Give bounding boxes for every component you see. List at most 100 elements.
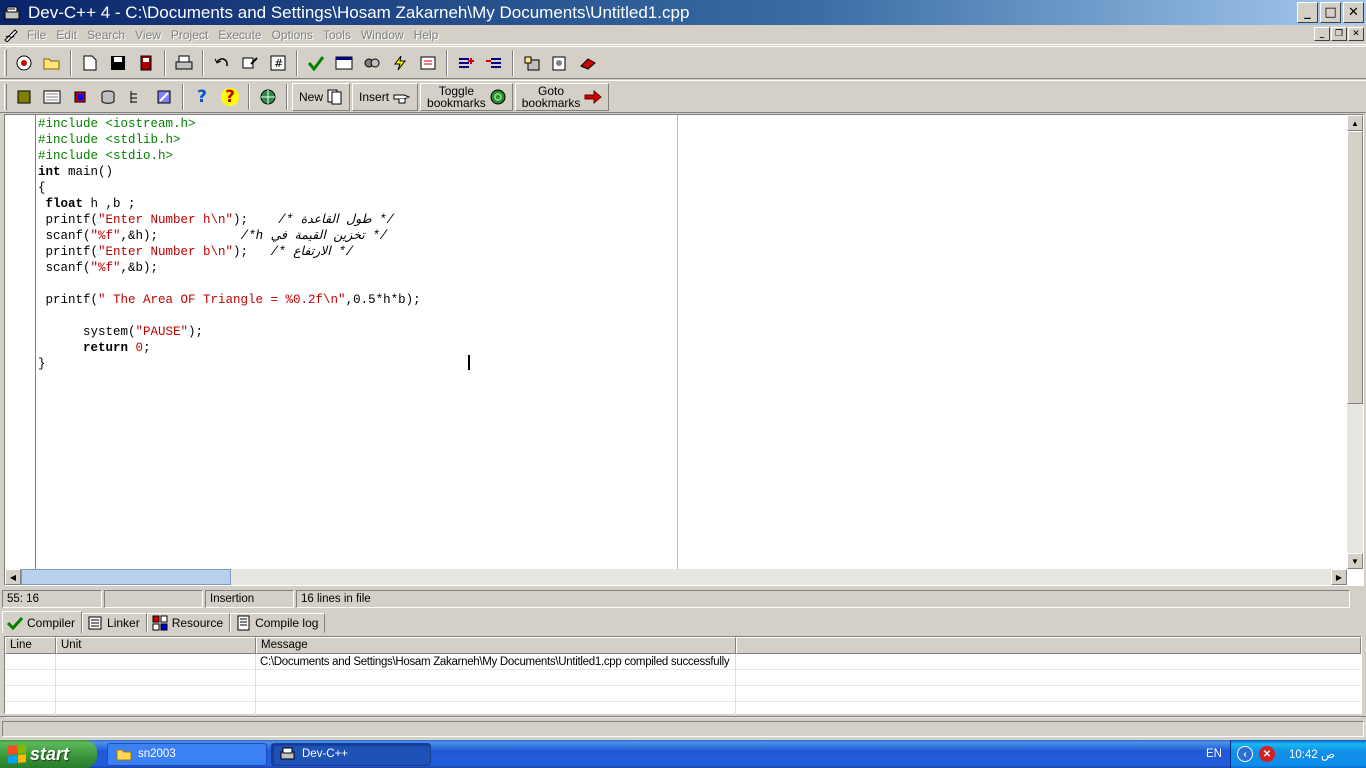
compiler-messages[interactable]: Line Unit Message C:\Documents and Setti… xyxy=(4,636,1362,718)
message-row[interactable] xyxy=(5,670,1361,686)
menu-view[interactable]: View xyxy=(130,26,166,44)
print-icon[interactable] xyxy=(170,50,198,76)
code-line[interactable]: } xyxy=(38,356,678,372)
col-unit-header[interactable]: Unit xyxy=(56,637,256,654)
svg-text:#: # xyxy=(274,57,283,70)
new-file-icon[interactable] xyxy=(76,50,104,76)
code-line[interactable] xyxy=(38,276,678,292)
scroll-right-arrow-icon[interactable]: ▶ xyxy=(1331,569,1347,585)
task-sn2003[interactable]: sn2003 xyxy=(107,742,267,766)
code-area[interactable]: #include <iostream.h> #include <stdlib.h>… xyxy=(38,115,678,569)
show-hidden-icons-icon[interactable]: ‹ xyxy=(1237,746,1253,762)
open-project-icon[interactable] xyxy=(10,50,38,76)
new-button[interactable]: New xyxy=(292,82,351,111)
toggle-bookmarks-button[interactable]: Toggle bookmarks xyxy=(420,82,513,111)
project-options-icon[interactable] xyxy=(518,50,546,76)
environment-options-icon[interactable] xyxy=(546,50,574,76)
code-line[interactable]: printf(" The Area OF Triangle = %0.2f\n"… xyxy=(38,292,678,308)
menu-window[interactable]: Window xyxy=(356,26,409,44)
code-editor[interactable]: #include <iostream.h> #include <stdlib.h>… xyxy=(4,114,1364,586)
code-line[interactable]: system("PAUSE"); xyxy=(38,324,678,340)
scroll-down-arrow-icon[interactable]: ▼ xyxy=(1347,553,1363,569)
menu-execute[interactable]: Execute xyxy=(213,26,266,44)
undo-icon[interactable] xyxy=(208,50,236,76)
cpu-icon[interactable] xyxy=(66,84,94,110)
language-indicator[interactable]: EN xyxy=(1206,740,1222,768)
clock[interactable]: 10:42 ص xyxy=(1289,747,1335,761)
tab-compiler[interactable]: Compiler xyxy=(2,611,83,633)
code-line[interactable]: printf("Enter Number h\n"); /* طول القاع… xyxy=(38,212,678,228)
code-line[interactable]: scanf("%f",&b); xyxy=(38,260,678,276)
doc-minimize-button[interactable]: _ xyxy=(1314,27,1330,41)
code-line[interactable]: { xyxy=(38,180,678,196)
open-file-icon[interactable] xyxy=(38,50,66,76)
toolbar-grip[interactable] xyxy=(4,49,7,76)
scroll-up-arrow-icon[interactable]: ▲ xyxy=(1347,115,1363,131)
vertical-scrollbar[interactable]: ▲ ▼ xyxy=(1347,115,1363,569)
debug-icon[interactable] xyxy=(414,50,442,76)
code-line[interactable]: scanf("%f",&h); /* تخزين القيمة في h*/ xyxy=(38,228,678,244)
goto-bookmarks-button[interactable]: Goto bookmarks xyxy=(514,82,610,111)
document-icon[interactable] xyxy=(0,26,22,44)
find-icon[interactable] xyxy=(236,50,264,76)
menu-file[interactable]: File xyxy=(22,26,51,44)
remove-from-project-icon[interactable] xyxy=(480,50,508,76)
task-devcpp[interactable]: Dev-C++ xyxy=(271,742,431,766)
classes-icon[interactable] xyxy=(10,84,38,110)
compile-run-icon[interactable] xyxy=(358,50,386,76)
menu-project[interactable]: Project xyxy=(166,26,213,44)
web-icon[interactable] xyxy=(254,84,282,110)
close-file-icon[interactable] xyxy=(132,50,160,76)
message-row[interactable]: C:\Documents and Settings\Hosam Zakarneh… xyxy=(5,654,1361,670)
doc-restore-button[interactable]: ❐ xyxy=(1331,27,1347,41)
code-line[interactable]: int main() xyxy=(38,164,678,180)
menu-tools[interactable]: Tools xyxy=(318,26,356,44)
help-icon[interactable]: ? xyxy=(188,84,216,110)
security-alert-icon[interactable]: ✕ xyxy=(1259,746,1275,762)
code-line[interactable]: printf("Enter Number b\n"); /* الارتفاع … xyxy=(38,244,678,260)
col-message-header[interactable]: Message xyxy=(256,637,736,654)
code-line[interactable]: return 0; xyxy=(38,340,678,356)
rebuild-icon[interactable] xyxy=(386,50,414,76)
tab-linker[interactable]: Linker xyxy=(82,613,147,633)
tools-icon[interactable] xyxy=(150,84,178,110)
close-button[interactable]: ✕ xyxy=(1343,2,1364,23)
horizontal-scroll-thumb[interactable] xyxy=(21,569,231,585)
scroll-left-arrow-icon[interactable]: ◀ xyxy=(5,569,21,585)
title-bar[interactable]: Dev-C++ 4 - C:\Documents and Settings\Ho… xyxy=(0,0,1366,25)
code-line[interactable]: #include <stdlib.h> xyxy=(38,132,678,148)
browser-icon[interactable] xyxy=(38,84,66,110)
editor-gutter[interactable] xyxy=(5,115,36,569)
code-line[interactable] xyxy=(38,308,678,324)
col-line-header[interactable]: Line xyxy=(5,637,56,654)
message-row[interactable] xyxy=(5,686,1361,702)
menu-options[interactable]: Options xyxy=(267,26,318,44)
devcpp-app-icon[interactable] xyxy=(2,4,24,22)
eraser-icon[interactable] xyxy=(574,50,602,76)
compile-icon[interactable] xyxy=(302,50,330,76)
tree-icon[interactable] xyxy=(122,84,150,110)
menu-help[interactable]: Help xyxy=(409,26,444,44)
start-button[interactable]: start xyxy=(0,740,97,768)
toolbar-grip[interactable] xyxy=(4,83,7,110)
run-icon[interactable] xyxy=(330,50,358,76)
maximize-button[interactable]: □ xyxy=(1320,2,1341,23)
menu-search[interactable]: Search xyxy=(82,26,130,44)
database-icon[interactable] xyxy=(94,84,122,110)
horizontal-scrollbar[interactable]: ◀ ▶ xyxy=(5,569,1347,585)
goto-line-icon[interactable]: # xyxy=(264,50,292,76)
code-line[interactable]: float h ,b ; xyxy=(38,196,678,212)
tab-resource[interactable]: Resource xyxy=(146,613,231,633)
add-to-project-icon[interactable] xyxy=(452,50,480,76)
doc-close-button[interactable]: ✕ xyxy=(1348,27,1364,41)
minimize-button[interactable]: _ xyxy=(1297,2,1318,23)
code-line[interactable]: #include <iostream.h> xyxy=(38,116,678,132)
tab-compile-log[interactable]: Compile log xyxy=(230,613,326,633)
save-icon[interactable] xyxy=(104,50,132,76)
context-help-icon[interactable]: ? xyxy=(216,84,244,110)
code-line[interactable]: #include <stdio.h> xyxy=(38,148,678,164)
menu-edit[interactable]: Edit xyxy=(51,26,82,44)
insert-button[interactable]: Insert xyxy=(352,82,419,111)
new-button-label: New xyxy=(299,89,324,104)
vertical-scroll-thumb[interactable] xyxy=(1347,131,1363,404)
